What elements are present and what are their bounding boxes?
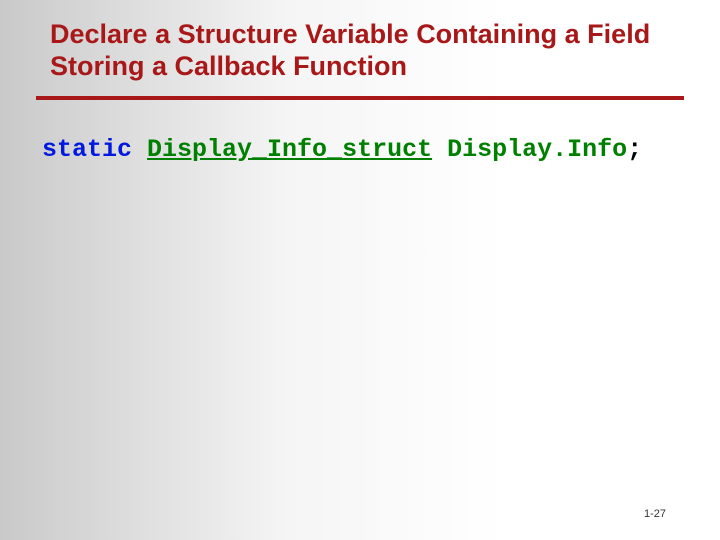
slide-title: Declare a Structure Variable Containing …	[50, 18, 670, 83]
code-keyword: static	[42, 135, 132, 164]
code-line: static Display_Info_struct Display.Info;	[42, 135, 690, 164]
slide-number: 1-27	[644, 508, 666, 520]
slide: Declare a Structure Variable Containing …	[0, 0, 720, 540]
code-variable: Display.Info	[447, 135, 627, 164]
title-divider	[36, 96, 684, 100]
code-terminator: ;	[627, 135, 642, 164]
code-type: Display_Info_struct	[147, 135, 432, 164]
